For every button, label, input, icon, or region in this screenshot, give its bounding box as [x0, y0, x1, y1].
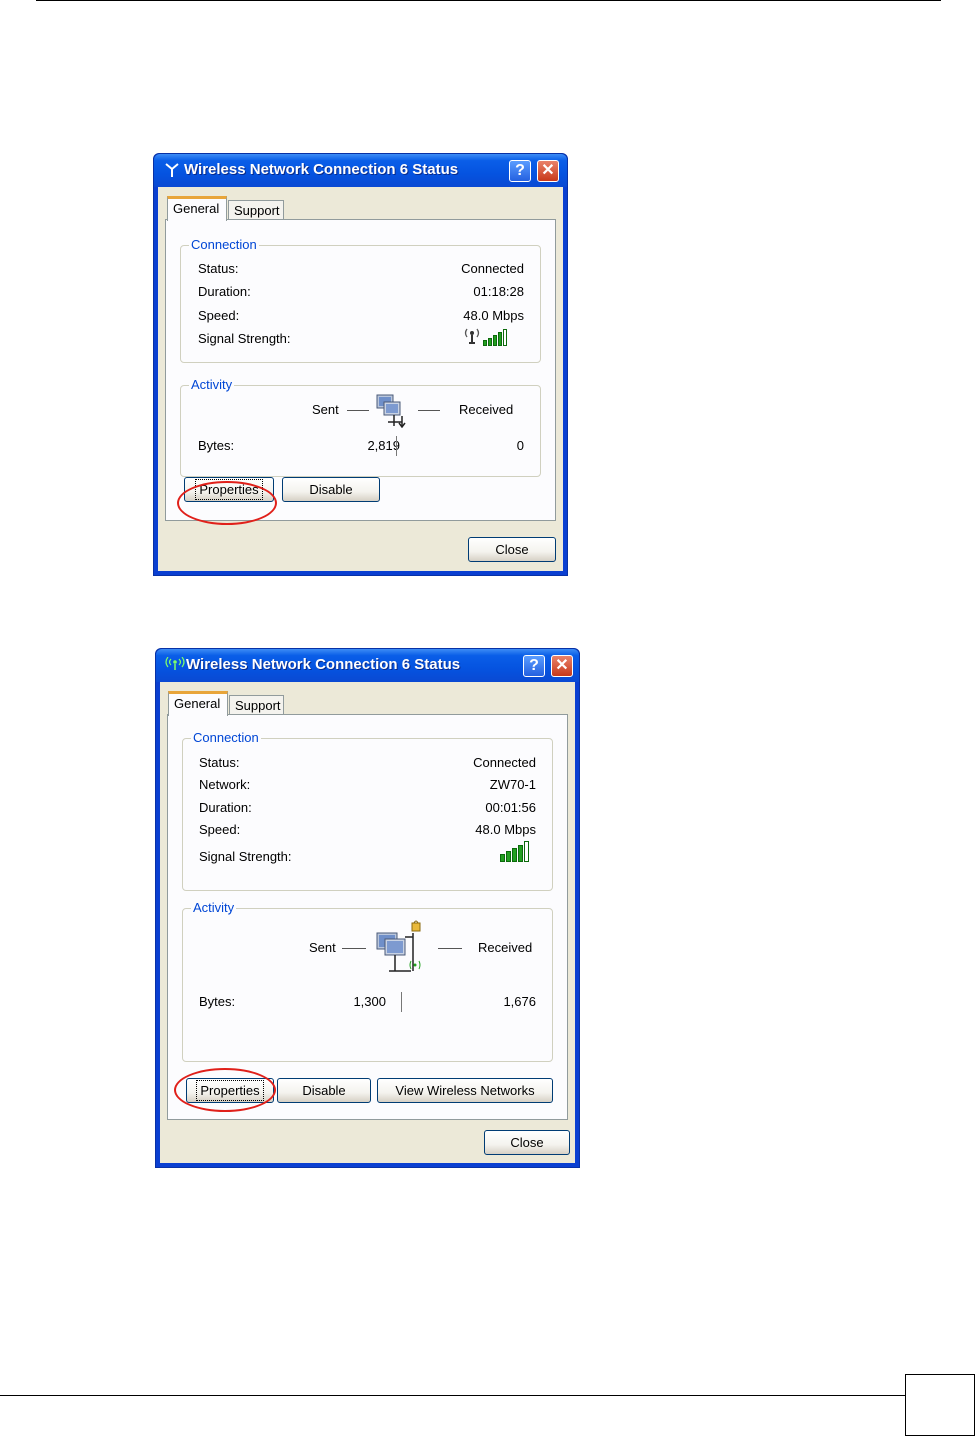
- help-icon[interactable]: ?: [509, 160, 531, 182]
- network-label: Network:: [199, 777, 251, 792]
- bytes-received-value: 1,676: [503, 994, 536, 1009]
- status-value: Connected: [461, 261, 524, 276]
- signal-bars-icon: [500, 840, 529, 862]
- dialog-title: Wireless Network Connection 6 Status: [186, 656, 461, 673]
- speed-label: Speed:: [198, 308, 240, 323]
- activity-legend: Activity: [191, 900, 237, 916]
- connection-legend: Connection: [189, 237, 259, 253]
- tab-support[interactable]: Support: [229, 695, 284, 715]
- page-bottom-rule: [0, 1395, 905, 1396]
- network-computers-icon: [374, 392, 410, 433]
- close-icon[interactable]: ✕: [551, 655, 573, 677]
- speed-value: 48.0 Mbps: [475, 822, 536, 837]
- tab-support[interactable]: Support: [228, 200, 284, 220]
- sent-label: Sent: [309, 940, 336, 955]
- connection-group: Connection Status: Connected Network: ZW…: [182, 730, 553, 891]
- dialog-title: Wireless Network Connection 6 Status: [184, 161, 459, 178]
- disable-button[interactable]: Disable: [277, 1078, 371, 1103]
- signal-strength-label: Signal Strength:: [198, 331, 291, 346]
- activity-group: Activity Sent Received Bytes: 2,819 0: [180, 377, 541, 477]
- duration-value: 01:18:28: [473, 284, 524, 299]
- bytes-label: Bytes:: [199, 994, 236, 1009]
- sent-label: Sent: [312, 402, 339, 417]
- bytes-separator: [396, 436, 397, 456]
- close-icon[interactable]: ✕: [537, 160, 559, 182]
- properties-highlight: [174, 1068, 276, 1112]
- received-line: [438, 948, 462, 949]
- connection-group: Connection Status: Connected Duration: 0…: [180, 237, 541, 363]
- general-panel: Connection Status: Connected Network: ZW…: [167, 714, 568, 1120]
- bytes-received-value: 0: [516, 438, 524, 453]
- speed-label: Speed:: [199, 822, 241, 837]
- connection-legend: Connection: [191, 730, 261, 746]
- signal-strength-label: Signal Strength:: [199, 849, 292, 864]
- disable-button[interactable]: Disable: [282, 477, 380, 502]
- bytes-label: Bytes:: [198, 438, 235, 453]
- duration-label: Duration:: [199, 800, 252, 815]
- status-label: Status:: [198, 261, 239, 276]
- signal-bars-icon: [483, 328, 507, 346]
- sent-line: [342, 948, 366, 949]
- speed-value: 48.0 Mbps: [463, 308, 524, 323]
- bytes-sent-value: 1,300: [353, 994, 386, 1009]
- wireless-icon: [165, 656, 185, 675]
- status-label: Status:: [199, 755, 240, 770]
- status-value: Connected: [473, 755, 536, 770]
- help-icon[interactable]: ?: [523, 655, 545, 677]
- network-computers-icon: [373, 919, 443, 984]
- title-bar[interactable]: Wireless Network Connection 6 Status ? ✕: [156, 649, 579, 682]
- page-top-rule: [36, 0, 941, 1]
- received-label: Received: [459, 402, 514, 417]
- received-label: Received: [478, 940, 533, 955]
- bytes-separator: [401, 992, 402, 1012]
- tab-general[interactable]: General: [168, 691, 228, 716]
- activity-legend: Activity: [189, 377, 235, 393]
- network-value: ZW70-1: [489, 777, 536, 792]
- page-number-box: [905, 1374, 975, 1436]
- close-button[interactable]: Close: [468, 537, 556, 562]
- duration-label: Duration:: [198, 284, 251, 299]
- tab-general[interactable]: General: [167, 196, 227, 221]
- wireless-icon: [464, 327, 480, 350]
- antenna-icon: [163, 162, 181, 180]
- sent-line: [347, 410, 369, 411]
- title-bar[interactable]: Wireless Network Connection 6 Status ? ✕: [154, 154, 567, 187]
- general-panel: Connection Status: Connected Duration: 0…: [165, 219, 556, 521]
- properties-highlight: [177, 481, 277, 525]
- close-button[interactable]: Close: [484, 1130, 570, 1155]
- view-wireless-networks-button[interactable]: View Wireless Networks: [377, 1078, 553, 1103]
- duration-value: 00:01:56: [485, 800, 536, 815]
- activity-group: Activity Sent Received Bytes: 1,300 1,67…: [182, 900, 553, 1062]
- received-line: [418, 410, 440, 411]
